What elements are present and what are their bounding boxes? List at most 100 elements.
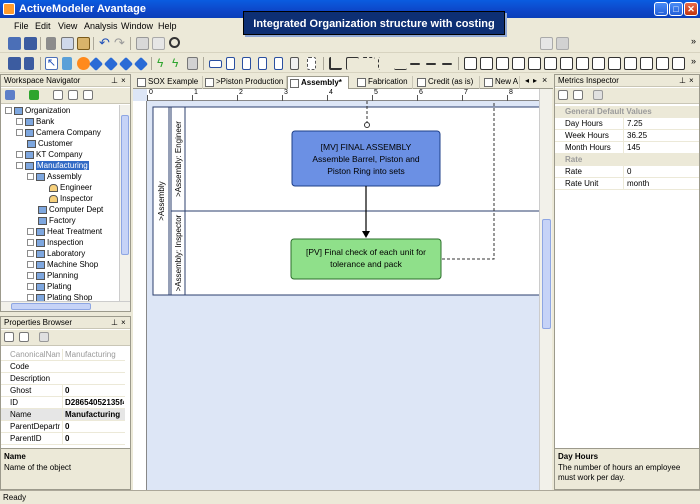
tree-item[interactable]: Factory <box>27 215 76 226</box>
property-row[interactable]: ParentDepartm 0 <box>1 421 125 433</box>
menu-window[interactable]: Window <box>121 21 153 31</box>
tree-item[interactable]: Inspection <box>27 237 83 248</box>
menu-view[interactable]: View <box>58 21 77 31</box>
metric-row[interactable]: Week Hours 36.25 <box>555 130 699 142</box>
toolbar-tool-icon[interactable] <box>62 57 72 70</box>
expand-icon[interactable] <box>16 151 23 159</box>
categorized-icon[interactable] <box>558 90 568 100</box>
tab-assembly[interactable]: Assembly* <box>287 76 349 89</box>
close-button[interactable]: ✕ <box>684 2 698 16</box>
rectangle-tool-icon[interactable] <box>209 60 222 68</box>
metric-row[interactable]: Rate Unit month <box>555 178 699 190</box>
tree-item[interactable]: Assembly <box>27 171 82 182</box>
toolbar-tool-icon[interactable] <box>640 57 653 70</box>
expand-icon[interactable] <box>27 283 34 291</box>
tab-scroll-left-icon[interactable]: ◂ <box>525 76 529 85</box>
tab-fabrication[interactable]: Fabrication <box>355 76 413 89</box>
connector-tool-icon[interactable] <box>329 57 342 70</box>
toolbar-overflow-icon[interactable]: » <box>691 56 696 66</box>
sort-az-icon[interactable] <box>573 90 583 100</box>
tree-item[interactable]: KT Company <box>16 149 83 160</box>
tree-item[interactable]: Customer <box>16 138 73 149</box>
tree-item[interactable]: Plating <box>27 281 71 292</box>
property-value[interactable]: D28654052135f4 <box>62 397 124 408</box>
tree-item[interactable]: Organization <box>5 105 70 116</box>
expand-icon[interactable] <box>16 129 23 137</box>
metric-category[interactable]: General Default Values <box>555 106 699 118</box>
toolbar-tool-icon[interactable] <box>624 57 637 70</box>
toolbar-tool-icon[interactable] <box>512 57 525 70</box>
minimize-button[interactable]: _ <box>654 2 668 16</box>
expand-icon[interactable] <box>16 118 23 126</box>
diagram-canvas[interactable]: 012345678 >Assembly >Assembly: Engineer … <box>133 89 551 490</box>
metric-value[interactable]: 36.25 <box>623 130 647 141</box>
metric-row[interactable]: Rate 0 <box>555 166 699 178</box>
undo-icon[interactable]: ↶ <box>99 36 112 50</box>
cut-icon[interactable] <box>46 37 56 50</box>
expand-icon[interactable] <box>27 294 34 301</box>
toolbar-tool-icon[interactable] <box>290 57 299 70</box>
menu-edit[interactable]: Edit <box>35 21 51 31</box>
connector-tool-icon[interactable] <box>394 57 407 70</box>
metric-value[interactable]: 0 <box>623 166 631 177</box>
toolbar-tool-icon[interactable] <box>656 57 669 70</box>
tree-item[interactable]: Camera Company <box>16 127 101 138</box>
property-row[interactable]: Ghost 0 <box>1 385 125 397</box>
toolbar-tool-icon[interactable] <box>464 57 477 70</box>
metric-value[interactable]: 7.25 <box>623 118 643 129</box>
toolbar-tool-icon[interactable] <box>118 56 134 72</box>
metric-row[interactable]: Day Hours 7.25 <box>555 118 699 130</box>
pin-icon[interactable]: ⊥ <box>679 75 686 87</box>
expand-icon[interactable] <box>27 272 34 280</box>
pointer-tool-icon[interactable]: ↖ <box>45 57 58 70</box>
toolbar-tool-icon[interactable] <box>133 56 149 72</box>
collapse-icon[interactable] <box>5 107 12 115</box>
panel-close-icon[interactable]: × <box>689 75 694 87</box>
property-value[interactable]: Manufacturing <box>62 409 124 420</box>
toolbar-tool-icon[interactable] <box>103 56 119 72</box>
tree-hscrollbar[interactable] <box>1 301 130 311</box>
toolbar-overflow-icon[interactable]: » <box>691 36 696 46</box>
lightning-icon[interactable]: ϟ <box>157 57 170 70</box>
toolbar-tool-icon[interactable] <box>187 57 198 70</box>
menu-file[interactable]: File <box>14 21 29 31</box>
toolbar-tool-icon[interactable] <box>77 57 90 70</box>
property-value[interactable]: Manufacturing <box>62 349 124 360</box>
toolbar-tool-icon[interactable] <box>672 57 685 70</box>
toolbar-tool-icon[interactable] <box>560 57 573 70</box>
canvas-scroll-thumb[interactable] <box>542 219 551 329</box>
tab-credit-as-is[interactable]: Credit (as is) <box>415 76 480 89</box>
pin-icon[interactable]: ⊥ <box>111 317 118 329</box>
expand-icon[interactable] <box>27 261 34 269</box>
toolbar-tool-icon[interactable] <box>24 57 34 70</box>
tree-scroll-thumb[interactable] <box>121 115 129 255</box>
tree-item[interactable]: Computer Dept <box>27 204 103 215</box>
tree-scrollbar[interactable] <box>119 105 130 301</box>
toolbar-tool-icon[interactable] <box>274 57 283 70</box>
toolbar-tool-icon[interactable] <box>496 57 509 70</box>
tree-hscroll-thumb[interactable] <box>11 303 91 310</box>
property-value[interactable]: 0 <box>62 385 124 396</box>
property-value[interactable]: 0 <box>62 433 124 444</box>
property-row[interactable]: ID D28654052135f4 <box>1 397 125 409</box>
tab-sox-example[interactable]: SOX Example <box>135 76 203 89</box>
find-icon[interactable] <box>169 37 180 48</box>
toolbar-tool-icon[interactable] <box>540 37 553 50</box>
property-row[interactable]: Code <box>1 361 125 373</box>
property-row[interactable]: Name Manufacturing <box>1 409 125 421</box>
toolbar-tool-icon[interactable] <box>528 57 541 70</box>
toolbar-tool-icon[interactable] <box>226 57 235 70</box>
connector-tool-icon[interactable] <box>426 63 436 65</box>
connector-tool-icon[interactable] <box>442 63 452 65</box>
toolbar-tool-icon[interactable] <box>544 57 557 70</box>
pin-icon[interactable]: ⊥ <box>111 75 118 87</box>
tab-new[interactable]: New A <box>482 76 520 89</box>
save-all-icon[interactable] <box>24 37 37 50</box>
toolbar-tool-icon[interactable] <box>556 37 569 50</box>
property-row[interactable]: Description <box>1 373 125 385</box>
metric-row[interactable]: Month Hours 145 <box>555 142 699 154</box>
list-icon[interactable] <box>53 90 63 100</box>
tree-item[interactable]: Laboratory <box>27 248 85 259</box>
property-row[interactable]: CanonicalNameManufacturing <box>1 349 125 361</box>
print-icon[interactable] <box>136 37 149 50</box>
